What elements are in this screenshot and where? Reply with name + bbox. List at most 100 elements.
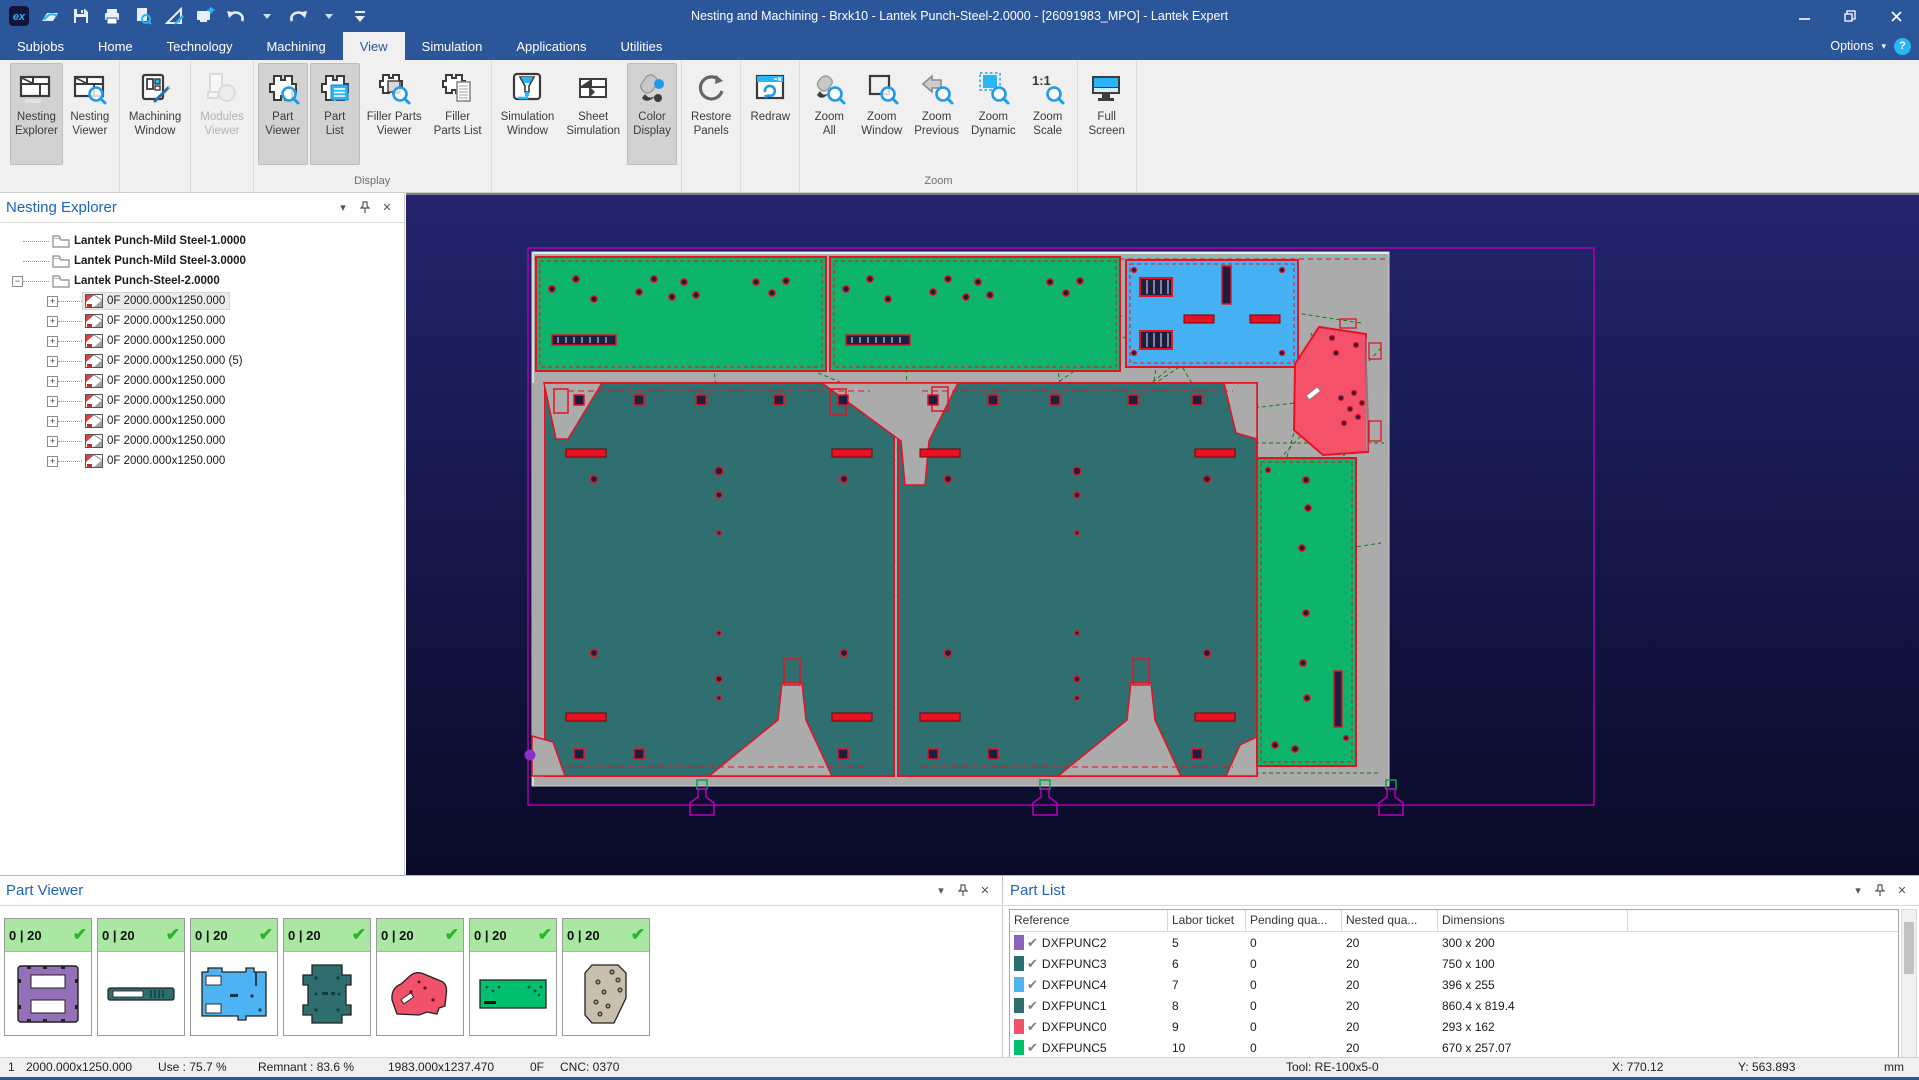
undo-caret-icon[interactable] (256, 5, 278, 27)
sheet-simulation-button[interactable]: SheetSimulation (561, 63, 625, 165)
tree-node[interactable]: 0F 2000.000x1250.000 (82, 292, 230, 310)
tree-sheet-row[interactable]: +0F 2000.000x1250.000 (0, 391, 404, 411)
part-thumbnail-tan-poly[interactable]: 0 | 20✔ (562, 918, 650, 1036)
part-thumbnail-teal-bar[interactable]: 0 | 20✔ (97, 918, 185, 1036)
options-caret-icon[interactable]: ▾ (1881, 41, 1886, 52)
print-icon[interactable] (101, 5, 123, 27)
tree-sheet-row[interactable]: +0F 2000.000x1250.000 (0, 411, 404, 431)
customize-toolbar-icon[interactable] (349, 5, 371, 27)
collapse-icon[interactable]: − (12, 276, 23, 287)
tree-node[interactable]: 0F 2000.000x1250.000 (82, 412, 230, 430)
part-list-row[interactable]: ✔DXFPUNC510020670 x 257.07 (1010, 1037, 1898, 1058)
tree-sheet-row[interactable]: +0F 2000.000x1250.000 (0, 331, 404, 351)
tree-node[interactable]: Lantek Punch-Mild Steel-3.0000 (49, 252, 251, 270)
part-thumbnail-purple-frame[interactable]: 0 | 20✔ (4, 918, 92, 1036)
expand-icon[interactable]: + (47, 376, 58, 387)
panel-menu-icon[interactable]: ▾ (332, 198, 354, 218)
tab-simulation[interactable]: Simulation (405, 32, 500, 60)
tree-node[interactable]: 0F 2000.000x1250.000 (5) (82, 352, 248, 370)
full-screen-button[interactable]: FullScreen (1082, 63, 1132, 165)
part-list-row[interactable]: ✔DXFPUNC47020396 x 255 (1010, 974, 1898, 995)
column-header-reference[interactable]: Reference (1010, 910, 1168, 931)
tab-machining[interactable]: Machining (249, 32, 342, 60)
part-green-b[interactable] (830, 257, 1120, 371)
part-green-tall[interactable] (1257, 458, 1356, 766)
tree-sheet-row[interactable]: +0F 2000.000x1250.000 (5) (0, 351, 404, 371)
part-thumbnail-red-blob[interactable]: 0 | 20✔ (376, 918, 464, 1036)
tree-node[interactable]: 0F 2000.000x1250.000 (82, 452, 230, 470)
part-list-scrollbar[interactable] (1901, 909, 1917, 1058)
zoom-window-button[interactable]: ZoomWindow (856, 63, 907, 165)
filler-parts-viewer-button[interactable]: Filler PartsViewer (362, 63, 427, 165)
expand-icon[interactable]: + (47, 316, 58, 327)
part-thumbnail-blue-plate[interactable]: 0 | 20✔ (190, 918, 278, 1036)
tree-node[interactable]: 0F 2000.000x1250.000 (82, 372, 230, 390)
expand-icon[interactable]: + (47, 296, 58, 307)
measure-icon[interactable] (163, 5, 185, 27)
tree-sheet-row[interactable]: +0F 2000.000x1250.000 (0, 311, 404, 331)
nesting-canvas[interactable] (406, 193, 1919, 875)
pin-icon[interactable] (354, 198, 376, 218)
expand-icon[interactable]: + (47, 356, 58, 367)
zoom-scale-button[interactable]: 1:1ZoomScale (1023, 63, 1073, 165)
redraw-button[interactable]: Redraw (745, 63, 795, 165)
part-list-row[interactable]: ✔DXFPUNC18020860.4 x 819.4 (1010, 995, 1898, 1016)
close-button[interactable] (1873, 0, 1919, 32)
tree-node[interactable]: Lantek Punch-Steel-2.0000 (49, 272, 225, 290)
part-viewer-button[interactable]: PartViewer (258, 63, 308, 165)
expand-icon[interactable]: + (47, 436, 58, 447)
machine-config-icon[interactable] (194, 5, 216, 27)
close-icon[interactable]: ✕ (376, 198, 398, 218)
expand-icon[interactable]: + (47, 336, 58, 347)
part-list-row[interactable]: ✔DXFPUNC09020293 x 162 (1010, 1016, 1898, 1037)
close-icon[interactable]: ✕ (1891, 881, 1913, 901)
print-preview-icon[interactable] (132, 5, 154, 27)
tree-job-row[interactable]: Lantek Punch-Mild Steel-3.0000 (0, 251, 404, 271)
machining-window-button[interactable]: MachiningWindow (124, 63, 186, 165)
tab-technology[interactable]: Technology (150, 32, 250, 60)
part-list-row[interactable]: ✔DXFPUNC25020300 x 200 (1010, 932, 1898, 953)
save-icon[interactable] (70, 5, 92, 27)
restore-panels-button[interactable]: RestorePanels (686, 63, 736, 165)
column-header-nested-qua-[interactable]: Nested qua... (1342, 910, 1438, 931)
minimize-button[interactable] (1781, 0, 1827, 32)
part-thumbnail-teal-cross[interactable]: 0 | 20✔ (283, 918, 371, 1036)
nesting-drawing[interactable] (406, 193, 1919, 875)
expand-icon[interactable]: + (47, 416, 58, 427)
pin-icon[interactable] (952, 881, 974, 901)
help-icon[interactable]: ? (1894, 38, 1911, 55)
tree-job-row[interactable]: Lantek Punch-Mild Steel-1.0000 (0, 231, 404, 251)
column-header-pending-qua-[interactable]: Pending qua... (1246, 910, 1342, 931)
expand-icon[interactable]: + (47, 456, 58, 467)
options-button[interactable]: Options (1830, 39, 1873, 53)
close-icon[interactable]: ✕ (974, 881, 996, 901)
redo-icon[interactable] (287, 5, 309, 27)
panel-menu-icon[interactable]: ▾ (930, 881, 952, 901)
part-thumbnail-green-plate[interactable]: 0 | 20✔ (469, 918, 557, 1036)
part-list-button[interactable]: PartList (310, 63, 360, 165)
restore-button[interactable] (1827, 0, 1873, 32)
zoom-all-button[interactable]: ZoomAll (804, 63, 854, 165)
part-list-row[interactable]: ✔DXFPUNC36020750 x 100 (1010, 953, 1898, 974)
simulation-window-button[interactable]: SimulationWindow (496, 63, 560, 165)
filler-parts-list-button[interactable]: FillerParts List (429, 63, 487, 165)
pin-icon[interactable] (1869, 881, 1891, 901)
column-header-labor-ticket[interactable]: Labor ticket (1168, 910, 1246, 931)
tree-sheet-row[interactable]: +0F 2000.000x1250.000 (0, 451, 404, 471)
zoom-dynamic-button[interactable]: ZoomDynamic (966, 63, 1021, 165)
tree-job-row[interactable]: − Lantek Punch-Steel-2.0000 (0, 271, 404, 291)
tab-subjobs[interactable]: Subjobs (0, 32, 81, 60)
panel-menu-icon[interactable]: ▾ (1847, 881, 1869, 901)
undo-icon[interactable] (225, 5, 247, 27)
tree-sheet-row[interactable]: +0F 2000.000x1250.000 (0, 431, 404, 451)
import-icon[interactable] (39, 5, 61, 27)
tab-utilities[interactable]: Utilities (603, 32, 679, 60)
tree-sheet-row[interactable]: +0F 2000.000x1250.000 (0, 291, 404, 311)
scrollbar-thumb[interactable] (1904, 922, 1914, 974)
tab-view[interactable]: View (343, 32, 405, 60)
nesting-explorer-button[interactable]: NestingExplorer (10, 63, 63, 165)
zoom-previous-button[interactable]: ZoomPrevious (909, 63, 964, 165)
tree-node[interactable]: 0F 2000.000x1250.000 (82, 432, 230, 450)
column-header-dimensions[interactable]: Dimensions (1438, 910, 1628, 931)
tab-applications[interactable]: Applications (499, 32, 603, 60)
